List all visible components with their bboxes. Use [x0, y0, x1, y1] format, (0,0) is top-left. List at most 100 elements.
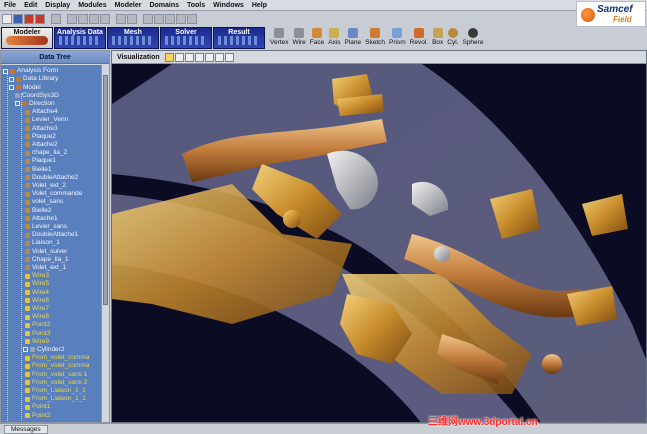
tree-item[interactable]: Wire8 [25, 313, 49, 321]
rotate-icon[interactable] [194, 52, 204, 62]
tree-item[interactable]: From_volet_comma [25, 354, 89, 362]
pick-icon[interactable] [176, 13, 186, 24]
tree-item[interactable]: Cylinder2 [23, 346, 64, 354]
tree-item[interactable]: Attache4 [25, 108, 58, 116]
view-options-icon[interactable] [224, 52, 234, 62]
help-icon[interactable] [187, 13, 197, 24]
menu-edit[interactable]: Edit [20, 2, 41, 9]
tree-item[interactable]: Levier_sans [25, 223, 67, 231]
tree-item[interactable]: Plaque1 [25, 157, 56, 165]
module-tab-result[interactable]: Result [213, 27, 265, 49]
3d-model-view[interactable] [112, 64, 647, 423]
tree-scrollbar-thumb[interactable] [103, 75, 108, 305]
tool-axis-button[interactable]: Axis [326, 27, 342, 50]
tree-toggle-icon[interactable] [23, 347, 28, 353]
tool-cyl-button[interactable]: Cyl. [445, 27, 460, 50]
tree-item[interactable]: Wire7 [25, 305, 49, 313]
menu-modules[interactable]: Modules [74, 2, 110, 9]
tree-item[interactable]: Bielle1 [25, 165, 52, 173]
tree-item[interactable]: Data Library [9, 75, 58, 83]
tool-box-button[interactable]: Box [430, 27, 445, 50]
tree-item[interactable]: Analysis Form [3, 67, 58, 75]
select-icon[interactable] [143, 13, 153, 24]
tree-item[interactable]: Liaison_1 [25, 239, 60, 247]
menu-tools[interactable]: Tools [183, 2, 209, 9]
tree-item[interactable]: Volet_commande [25, 190, 82, 198]
menu-display[interactable]: Display [41, 2, 74, 9]
tree-item[interactable]: Attache2 [25, 141, 58, 149]
tree-item[interactable]: volet_sans [25, 198, 63, 206]
undo-arrow-icon[interactable] [116, 13, 126, 24]
zoom-box-icon[interactable] [174, 52, 184, 62]
tree-item[interactable]: Wire9 [25, 338, 49, 346]
tool-revol-button[interactable]: Revol. [408, 27, 430, 50]
print-icon[interactable] [35, 13, 45, 24]
tree-item[interactable]: Point2 [25, 321, 50, 329]
module-tab-modeler[interactable]: Modeler [1, 27, 53, 49]
select-mode-icon[interactable] [164, 52, 174, 62]
tree-item[interactable]: Wire6 [25, 297, 49, 305]
open-folder-icon[interactable] [13, 13, 23, 24]
tree-toggle-icon[interactable] [9, 85, 14, 91]
tree-toggle-icon[interactable] [3, 68, 8, 74]
module-tab-solver[interactable]: Solver [160, 27, 212, 49]
pan-icon[interactable] [184, 52, 194, 62]
tree-scrollbar[interactable] [101, 65, 109, 422]
copy-icon[interactable] [78, 13, 88, 24]
tool-wire-button[interactable]: Wire [290, 27, 307, 50]
tree-item[interactable]: Point2 [25, 411, 50, 419]
save-icon[interactable] [24, 13, 34, 24]
filter-icon[interactable] [154, 13, 164, 24]
tree-item[interactable]: From_Liaison_1_1 [25, 395, 86, 403]
menu-domains[interactable]: Domains [145, 2, 183, 9]
zoom-icon[interactable] [165, 13, 175, 24]
module-tab-mesh[interactable]: Mesh [107, 27, 159, 49]
tree-item[interactable]: Levier_Verin [25, 116, 68, 124]
menu-windows[interactable]: Windows [209, 2, 248, 9]
redo-arrow-icon[interactable] [127, 13, 137, 24]
tree-item[interactable]: DoubleAttache2 [25, 174, 78, 182]
data-tree[interactable]: Analysis Form Data Library Model CoordSys3D… [1, 65, 103, 422]
menu-modeler[interactable]: Modeler [111, 2, 146, 9]
tree-item[interactable]: Bielle2 [25, 206, 52, 214]
cut-icon[interactable] [67, 13, 77, 24]
tree-item[interactable]: Volet_ext_2 [25, 182, 66, 190]
tree-item[interactable]: Attache3 [25, 124, 58, 132]
undo-icon[interactable] [51, 13, 61, 24]
tree-item[interactable]: CoordSys3D [15, 92, 59, 100]
tree-item[interactable]: Wire3 [25, 272, 49, 280]
tree-item[interactable]: chape_lia_2 [25, 149, 67, 157]
tree-item[interactable]: Chape_lia_1 [25, 256, 69, 264]
menu-file[interactable]: File [0, 2, 20, 9]
tool-prism-button[interactable]: Prism [387, 27, 408, 50]
messages-tab[interactable]: Messages [4, 425, 48, 434]
module-tab-analysis-data[interactable]: Analysis Data [54, 27, 106, 49]
tree-item[interactable]: Point1 [25, 403, 50, 411]
tree-item[interactable]: Direction [15, 100, 55, 108]
tool-sketch-button[interactable]: Sketch [363, 27, 387, 50]
tree-item[interactable]: From_volet_sans 1 [25, 370, 87, 378]
tree-item[interactable]: Attache1 [25, 215, 58, 223]
tool-vertex-button[interactable]: Vertex [268, 27, 290, 50]
tree-item[interactable]: From_Liaison_1_1 [25, 387, 86, 395]
tree-item[interactable]: Wire5 [25, 280, 49, 288]
delete-icon[interactable] [100, 13, 110, 24]
tree-item[interactable]: Volet_suiver [25, 247, 67, 255]
menu-help[interactable]: Help [248, 2, 271, 9]
tree-item[interactable]: Volet_ext_1 [25, 264, 66, 272]
new-file-icon[interactable] [2, 13, 12, 24]
paste-icon[interactable] [89, 13, 99, 24]
tree-toggle-icon[interactable] [15, 101, 20, 107]
fit-view-icon[interactable] [204, 52, 214, 62]
render-mode-icon[interactable] [214, 52, 224, 62]
tree-item[interactable]: From_volet_comma [25, 362, 89, 370]
tree-item[interactable]: From_volet_sans 2 [25, 379, 87, 387]
tool-face-button[interactable]: Face [308, 27, 326, 50]
tree-item[interactable]: Plaque2 [25, 133, 56, 141]
tree-item[interactable]: DoubleAttache1 [25, 231, 78, 239]
tree-toggle-icon[interactable] [9, 76, 14, 82]
tool-sphere-button[interactable]: Sphere [460, 27, 485, 50]
tree-item[interactable]: Model [9, 83, 41, 91]
tool-plane-button[interactable]: Plane [343, 27, 364, 50]
tree-item[interactable]: Point3 [25, 329, 50, 337]
